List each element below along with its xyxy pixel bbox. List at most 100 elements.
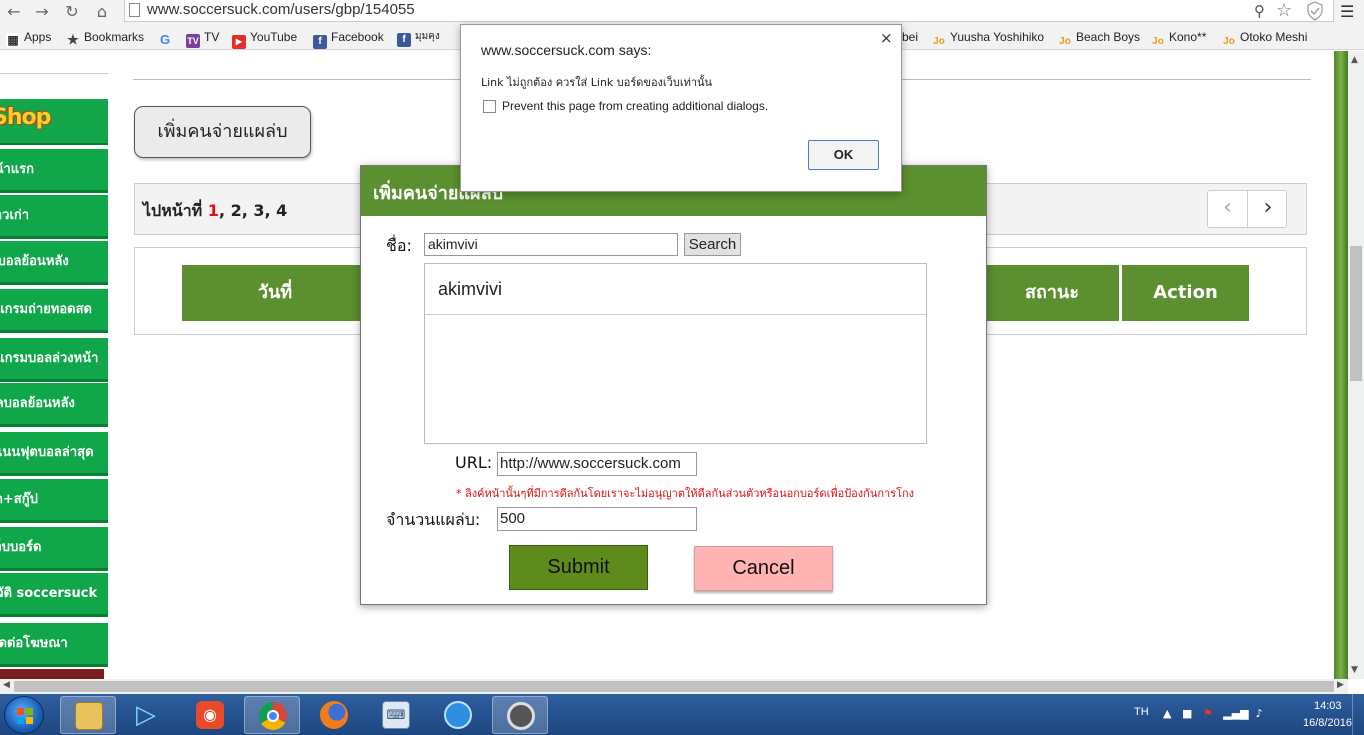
bookmark-label: Bookmarks bbox=[84, 30, 145, 44]
pagination-pages[interactable]: , 2, 3, 4 bbox=[219, 201, 287, 220]
scroll-left-icon[interactable]: ◀ bbox=[3, 680, 10, 690]
taskbar-media-player[interactable]: ▷ bbox=[118, 696, 174, 734]
chevron-left-icon[interactable]: ‹ bbox=[1208, 191, 1248, 227]
vertical-scrollbar[interactable]: ▲ ▼ bbox=[1348, 51, 1364, 679]
sidebar-item-advertise[interactable]: ติดต่อโฆษณา bbox=[0, 623, 108, 667]
shop-banner[interactable]: Shop bbox=[0, 99, 108, 145]
bookmark-otoko-meshi[interactable]: Jo Otoko Meshi bbox=[1222, 29, 1307, 47]
sidebar-item-label: โปรแกรมถ่ายทอดสด bbox=[0, 302, 93, 317]
bookmark-youtube[interactable]: ▶ YouTube bbox=[232, 29, 297, 49]
show-desktop-button[interactable] bbox=[1352, 694, 1364, 735]
home-icon[interactable]: ⌂ bbox=[92, 2, 112, 22]
prevent-dialogs-checkbox[interactable] bbox=[483, 100, 496, 113]
back-icon[interactable]: ← bbox=[4, 2, 24, 22]
forward-icon[interactable]: → bbox=[32, 2, 52, 22]
pagination-current[interactable]: 1 bbox=[208, 201, 219, 220]
language-indicator[interactable]: TH bbox=[1134, 706, 1149, 718]
browser-toolbar: ← → ↻ ⌂ www.soccersuck.com/users/gbp/154… bbox=[0, 0, 1364, 24]
bookmark-apps[interactable]: ▦ Apps bbox=[6, 29, 51, 47]
search-result-item[interactable]: akimvivi bbox=[425, 264, 926, 315]
media-player-icon: ▷ bbox=[136, 700, 156, 730]
column-header-action: Action bbox=[1122, 265, 1249, 321]
sidebar-item-label: เว็บบอร์ด bbox=[0, 540, 42, 555]
ok-button[interactable]: OK bbox=[808, 140, 879, 170]
bookmark-kono[interactable]: Jo Kono** bbox=[1151, 29, 1206, 47]
scroll-up-icon[interactable]: ▲ bbox=[1351, 55, 1358, 65]
clock-date[interactable]: 16/8/2016 bbox=[1303, 717, 1352, 729]
sidebar-item-upcoming-schedule[interactable]: โปรแกรมบอลล่วงหน้า bbox=[0, 338, 108, 382]
clock-time[interactable]: 14:03 bbox=[1314, 700, 1342, 712]
chevron-right-icon[interactable]: › bbox=[1248, 191, 1288, 227]
sidebar-item-live-schedule[interactable]: โปรแกรมถ่ายทอดสด bbox=[0, 289, 108, 333]
reload-icon[interactable]: ↻ bbox=[62, 2, 82, 22]
bookmark-yuusha[interactable]: Jo Yuusha Yoshihiko bbox=[932, 29, 1045, 47]
cancel-button[interactable]: Cancel bbox=[694, 546, 833, 591]
sidebar-item-label: ข่าวบอลย้อนหลัง bbox=[0, 254, 69, 269]
taskbar-network-computer[interactable]: ⌨ bbox=[368, 696, 424, 734]
app-icon bbox=[507, 702, 535, 730]
tray-app-icon[interactable]: ■ bbox=[1182, 707, 1192, 720]
name-input[interactable]: akimvivi bbox=[424, 233, 678, 256]
windows-logo-icon bbox=[17, 708, 33, 724]
taskbar-app[interactable] bbox=[492, 696, 548, 734]
chrome-icon bbox=[259, 702, 287, 730]
sidebar-item-label: ประวัติ soccersuck bbox=[0, 586, 98, 601]
menu-icon[interactable]: ☰ bbox=[1340, 2, 1354, 21]
zoom-icon[interactable]: ⚲ bbox=[1254, 2, 1265, 20]
star-icon: ★ bbox=[67, 32, 79, 47]
volume-icon[interactable]: ♪ bbox=[1256, 707, 1263, 720]
signal-icon[interactable]: ▂▄▆ bbox=[1223, 707, 1248, 720]
bookmark-facebook-2[interactable]: f มุมคุง bbox=[397, 29, 440, 47]
url-input[interactable]: http://www.soccersuck.com bbox=[497, 452, 697, 476]
taskbar-firefox[interactable] bbox=[306, 696, 362, 734]
horizontal-scroll-thumb[interactable] bbox=[14, 681, 1334, 692]
sidebar-item-results[interactable]: ผลบอลย้อนหลัง bbox=[0, 383, 108, 427]
prevent-dialogs-label[interactable]: Prevent this page from creating addition… bbox=[502, 99, 768, 113]
sidebar-item-news-archive[interactable]: ข่าวบอลย้อนหลัง bbox=[0, 241, 108, 285]
submit-button[interactable]: Submit bbox=[509, 545, 648, 590]
sidebar-item-history[interactable]: ประวัติ soccersuck bbox=[0, 573, 108, 617]
taskbar-recorder[interactable]: ◉ bbox=[182, 696, 238, 734]
bookmark-label: Yuusha Yoshihiko bbox=[950, 30, 1045, 44]
close-icon[interactable]: × bbox=[880, 29, 893, 47]
alert-message: Link ไม่ถูกต้อง ควรใส่ Link บอร์ดของเว็บ… bbox=[481, 76, 713, 89]
bookmark-tv[interactable]: TV TV bbox=[186, 29, 219, 48]
shield-icon[interactable] bbox=[1306, 1, 1324, 21]
bookmark-label: Facebook bbox=[331, 30, 384, 44]
start-button[interactable] bbox=[4, 696, 44, 734]
sidebar-item-tips[interactable]: ทีเด็ดพรีเมียร์ลีก+สกู๊ป bbox=[0, 479, 108, 523]
add-payer-button[interactable]: เพิ่มคนจ่ายแผล่บ bbox=[134, 106, 311, 158]
bookmark-beach-boys[interactable]: Jo Beach Boys bbox=[1058, 29, 1141, 47]
scroll-down-icon[interactable]: ▼ bbox=[1351, 665, 1358, 675]
tray-flag-icon[interactable]: ⚑ bbox=[1203, 707, 1213, 720]
bookmark-label: Beach Boys bbox=[1076, 30, 1141, 44]
youtube-icon: ▶ bbox=[232, 35, 246, 49]
taskbar-qq[interactable] bbox=[430, 696, 486, 734]
network-computer-icon: ⌨ bbox=[382, 701, 410, 729]
sidebar-item-old-news[interactable]: ข่าวเก่า bbox=[0, 195, 108, 239]
bookmark-bei[interactable]: bei bbox=[902, 29, 918, 45]
alert-title: www.soccersuck.com says: bbox=[481, 42, 652, 58]
pagination-text: ไปหน้าที่ 1, 2, 3, 4 bbox=[143, 199, 287, 224]
sidebar-item-webboard[interactable]: เว็บบอร์ด bbox=[0, 527, 108, 571]
bookmark-bookmarks[interactable]: ★ Bookmarks bbox=[66, 29, 145, 47]
vertical-scroll-thumb[interactable] bbox=[1350, 246, 1362, 381]
bookmark-star-icon[interactable]: ☆ bbox=[1276, 0, 1292, 21]
address-bar[interactable]: www.soccersuck.com/users/gbp/154055 bbox=[124, 0, 1334, 22]
sidebar-item-label: ผลบอลย้อนหลัง bbox=[0, 396, 75, 411]
bookmark-google[interactable]: G bbox=[158, 29, 176, 47]
horizontal-scrollbar[interactable]: ◀ ▶ bbox=[0, 679, 1348, 694]
search-button[interactable]: Search bbox=[684, 233, 741, 256]
system-tray: ▲ ■ ⚑ ▂▄▆ ♪ bbox=[1163, 707, 1263, 720]
sidebar-item-standings[interactable]: ตารางคะแนนฟุตบอลล่าสุด bbox=[0, 432, 108, 476]
sidebar-item-label: หน้าแรก bbox=[0, 162, 34, 177]
amount-input[interactable]: 500 bbox=[497, 507, 697, 531]
taskbar-file-explorer[interactable] bbox=[60, 696, 116, 734]
sidebar-item-home[interactable]: หน้าแรก bbox=[0, 149, 108, 193]
tray-expand-icon[interactable]: ▲ bbox=[1163, 707, 1171, 720]
scroll-right-icon[interactable]: ▶ bbox=[1337, 680, 1344, 690]
bookmark-facebook[interactable]: f Facebook bbox=[313, 29, 384, 49]
tv-icon: TV bbox=[186, 34, 200, 48]
taskbar-chrome[interactable] bbox=[244, 696, 300, 734]
alert-dialog: × www.soccersuck.com says: Link ไม่ถูกต้… bbox=[460, 24, 902, 192]
